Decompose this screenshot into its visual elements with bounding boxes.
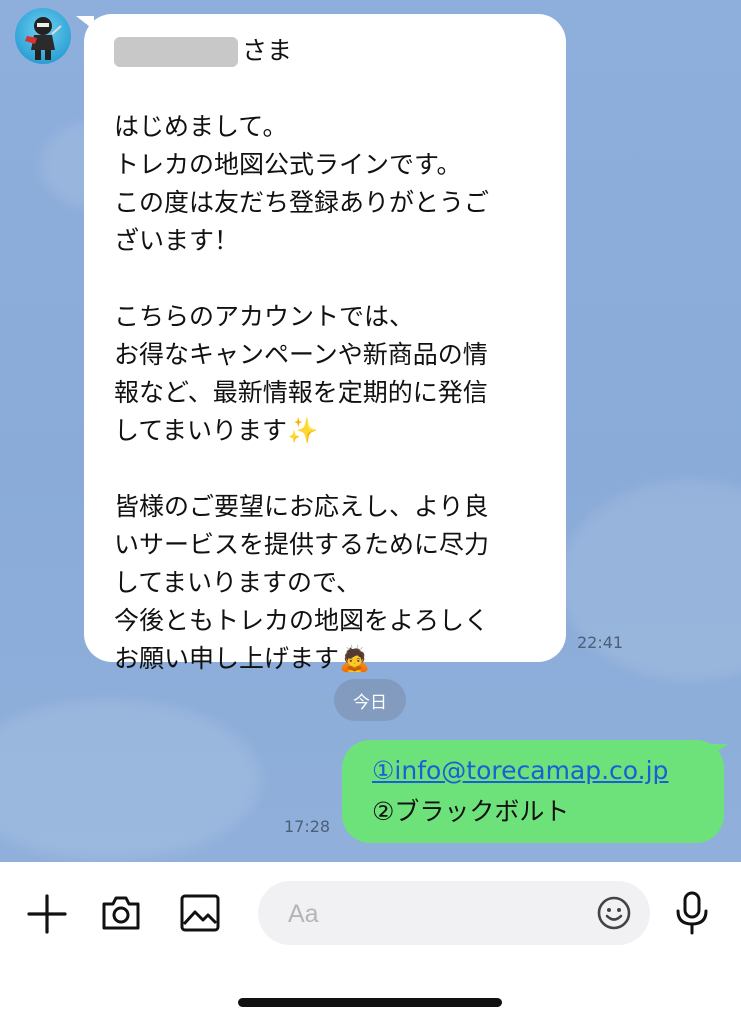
camera-button[interactable]	[100, 892, 142, 938]
incoming-message-time: 22:41	[577, 633, 624, 652]
background-cloud	[0, 700, 260, 860]
image-icon	[180, 894, 220, 932]
microphone-button[interactable]	[673, 891, 711, 939]
outgoing-message-line: ②ブラックボルト	[372, 797, 570, 826]
sender-avatar[interactable]	[15, 8, 71, 64]
emoji-icon	[597, 896, 631, 930]
outgoing-message-time: 17:28	[284, 817, 331, 836]
message-input-box[interactable]	[258, 881, 650, 945]
redacted-recipient-name	[114, 37, 238, 67]
recipient-suffix: さま	[242, 36, 293, 65]
plus-icon	[27, 894, 67, 934]
incoming-message-text: さま はじめまして。 トレカの地図公式ラインです。 この度は友だち登録ありがとう…	[114, 32, 554, 678]
date-divider: 今日	[334, 679, 406, 721]
home-indicator	[238, 998, 502, 1007]
ninja-character-icon	[25, 17, 62, 60]
emoji-button[interactable]	[596, 895, 632, 935]
outgoing-message-bubble[interactable]: ①info@torecamap.co.jp ②ブラックボルト	[342, 740, 724, 843]
add-button[interactable]	[26, 893, 68, 939]
incoming-message-bubble[interactable]: さま はじめまして。 トレカの地図公式ラインです。 この度は友だち登録ありがとう…	[84, 14, 566, 673]
incoming-message-body: はじめまして。 トレカの地図公式ラインです。 この度は友だち登録ありがとうご ざ…	[114, 112, 490, 673]
message-input[interactable]	[286, 895, 590, 933]
camera-icon	[102, 896, 140, 930]
microphone-icon	[676, 891, 708, 935]
image-button[interactable]	[179, 892, 221, 938]
chat-area[interactable]: さま はじめまして。 トレカの地図公式ラインです。 この度は友だち登録ありがとう…	[0, 0, 741, 862]
email-link[interactable]: ①info@torecamap.co.jp	[372, 756, 668, 785]
